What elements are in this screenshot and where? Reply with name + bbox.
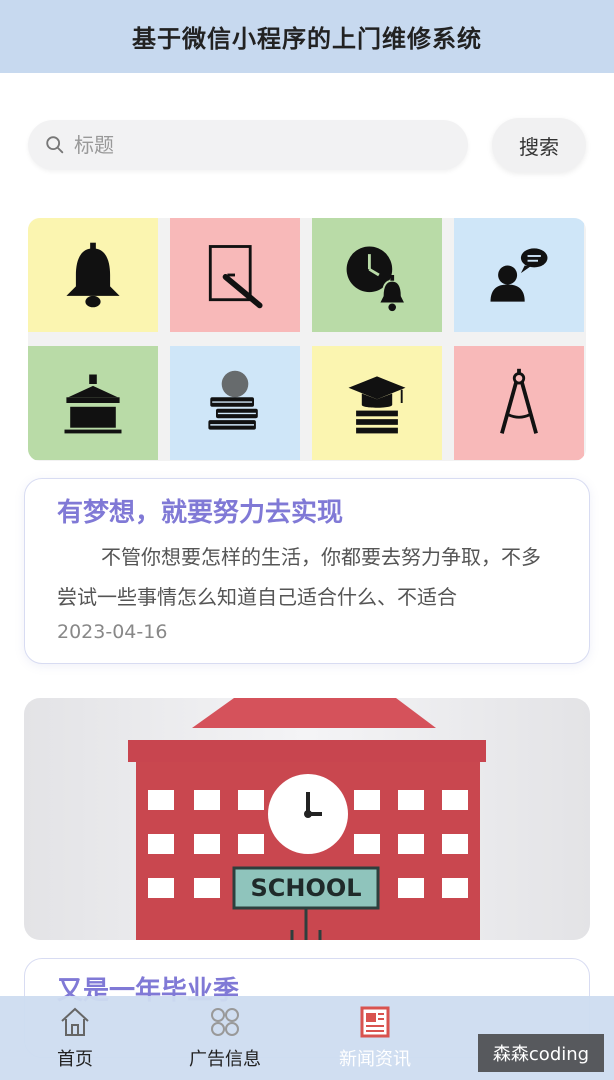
- tab-ads-label: 广告信息: [189, 1049, 261, 1070]
- menu-tile-speaker[interactable]: [454, 218, 584, 332]
- news-summary: 不管你想要怎样的生活，你都要去努力争取，不多尝试一些事情怎么知道自己适合什么、不…: [57, 545, 541, 609]
- books-icon: [208, 370, 258, 430]
- menu-tile-bell[interactable]: [28, 218, 158, 332]
- watermark: 森森coding: [478, 1034, 604, 1072]
- news-date: 2023-04-16: [57, 621, 168, 643]
- menu-tile-clock[interactable]: [312, 218, 442, 332]
- tab-home[interactable]: 首页: [0, 996, 150, 1080]
- news-title: 有梦想，就要努力去实现: [57, 498, 344, 528]
- header: 基于微信小程序的上门维修系统: [0, 0, 614, 73]
- tab-news-label: 新闻资讯: [339, 1049, 411, 1070]
- graduation-books-icon: [348, 376, 406, 434]
- tab-news[interactable]: 新闻资讯: [300, 996, 450, 1080]
- menu-tile-podium[interactable]: [28, 346, 158, 460]
- menu-tile-drawing-board[interactable]: [170, 218, 300, 332]
- compass-icon: [500, 368, 538, 434]
- search-icon: [46, 136, 64, 154]
- clock-bell-icon: [346, 246, 408, 312]
- menu-grid: [28, 218, 586, 461]
- news-banner-image[interactable]: SCHOOL: [24, 698, 590, 940]
- app: 基于微信小程序的上门维修系统 搜索: [0, 0, 614, 1080]
- school-illustration: SCHOOL: [128, 698, 486, 940]
- newspaper-icon: [360, 1006, 390, 1038]
- menu-tile-graduation[interactable]: [312, 346, 442, 460]
- home-icon: [61, 1007, 89, 1036]
- tab-home-label: 首页: [57, 1049, 93, 1070]
- grid-icon: [211, 1008, 239, 1036]
- school-sign-text: SCHOOL: [250, 874, 361, 902]
- tab-ads[interactable]: 广告信息: [150, 996, 300, 1080]
- speaker-icon: [490, 248, 548, 302]
- search-bar: [28, 120, 468, 170]
- search-button[interactable]: 搜索: [492, 118, 586, 172]
- menu-tile-compass[interactable]: [454, 346, 584, 460]
- bell-icon: [66, 242, 120, 308]
- menu-tile-books[interactable]: [170, 346, 300, 460]
- news-card[interactable]: 有梦想，就要努力去实现 不管你想要怎样的生活，你都要去努力争取，不多尝试一些事情…: [24, 478, 590, 664]
- podium-icon: [64, 374, 122, 434]
- drawing-board-icon: [208, 245, 263, 309]
- search-input[interactable]: [74, 133, 434, 157]
- page-title: 基于微信小程序的上门维修系统: [132, 25, 482, 53]
